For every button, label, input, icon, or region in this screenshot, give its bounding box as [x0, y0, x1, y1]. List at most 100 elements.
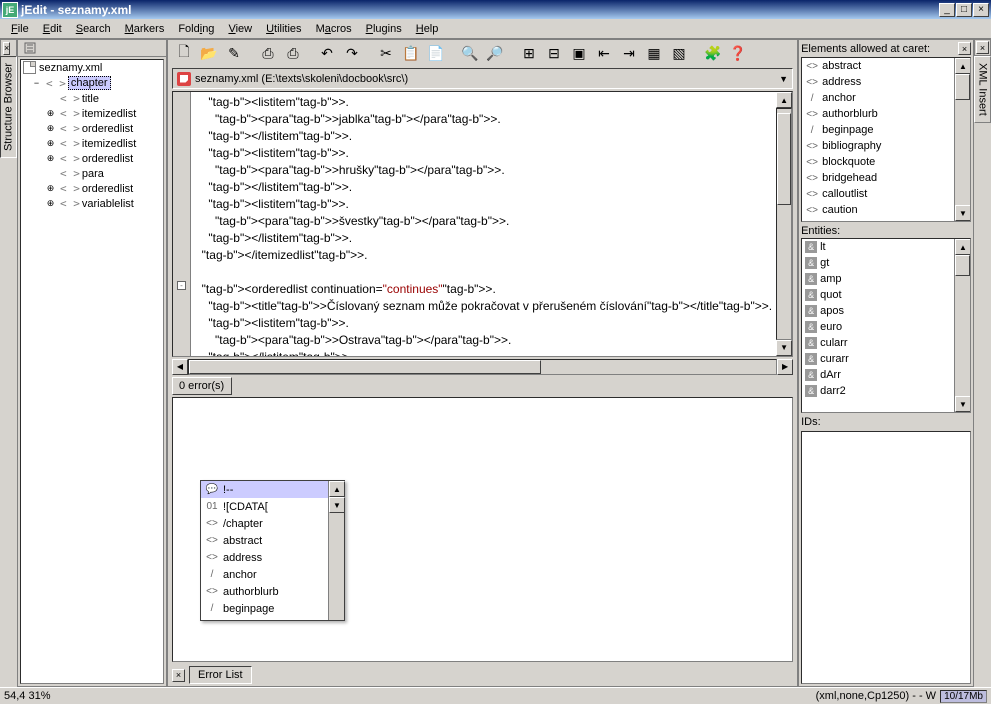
toolbar-new-icon[interactable]: 🗋: [172, 42, 196, 64]
toolbar-print1-icon[interactable]: ⎙: [256, 42, 280, 64]
entity-euro[interactable]: &euro: [802, 319, 954, 335]
code-line[interactable]: "tag-b"></listitem"tag-b">>.: [195, 128, 772, 145]
code-line[interactable]: "tag-b"><listitem"tag-b">>.: [195, 196, 772, 213]
menu-help[interactable]: Help: [409, 21, 446, 37]
menu-utilities[interactable]: Utilities: [259, 21, 308, 37]
toolbar-h-icon[interactable]: 🧩: [701, 42, 725, 64]
tree-node-variablelist[interactable]: ⊕< >variablelist: [21, 196, 163, 211]
toolbar-help-icon[interactable]: ❓: [726, 42, 750, 64]
editor[interactable]: "tag-b"><listitem"tag-b">>. "tag-b"><par…: [191, 92, 776, 356]
element-authorblurb[interactable]: <>authorblurb: [802, 106, 954, 122]
element-anchor[interactable]: /anchor: [802, 90, 954, 106]
popup-item-[interactable]: 💬!--: [201, 481, 328, 498]
tree-node-orderedlist[interactable]: ⊕< >orderedlist: [21, 181, 163, 196]
popup-item-anchor[interactable]: /anchor: [201, 566, 328, 583]
code-line[interactable]: "tag-b"><listitem"tag-b">>.: [195, 145, 772, 162]
editor-gutter[interactable]: [173, 92, 191, 356]
popup-scrollbar[interactable]: ▲ ▼: [328, 481, 344, 620]
toolbar-g-icon[interactable]: ▧: [667, 42, 691, 64]
close-button[interactable]: ×: [973, 3, 989, 17]
popup-item-abstract[interactable]: <>abstract: [201, 532, 328, 549]
code-line[interactable]: "tag-b"><para"tag-b">>hrušky"tag-b"></pa…: [195, 162, 772, 179]
code-line[interactable]: "tag-b"></itemizedlist"tag-b">>.: [195, 247, 772, 264]
elements-list[interactable]: <>abstract<>address/anchor<>authorblurb/…: [801, 57, 971, 222]
entities-list[interactable]: &lt&gt&amp&quot&apos&euro&cularr&curarr&…: [801, 238, 971, 413]
code-line[interactable]: [195, 264, 772, 281]
code-line[interactable]: "tag-b"><para"tag-b">>švestky"tag-b"></p…: [195, 213, 772, 230]
maximize-button[interactable]: □: [956, 3, 972, 17]
element-beginpage[interactable]: /beginpage: [802, 122, 954, 138]
toolbar-print2-icon[interactable]: ⎙: [281, 42, 305, 64]
xml-insert-tab[interactable]: XML Insert: [974, 56, 991, 123]
hscroll-thumb[interactable]: [189, 360, 541, 374]
code-line[interactable]: "tag-b"><para"tag-b">>Ostrava"tag-b"></p…: [195, 332, 772, 349]
structure-browser-tab[interactable]: Structure Browser: [0, 56, 17, 158]
left-dock-close[interactable]: ×: [3, 42, 10, 55]
entity-apos[interactable]: &apos: [802, 303, 954, 319]
ids-list[interactable]: [801, 431, 971, 684]
tree-node-itemizedlist[interactable]: ⊕< >itemizedlist: [21, 136, 163, 151]
element-bibliography[interactable]: <>bibliography: [802, 138, 954, 154]
tree-node-itemizedlist[interactable]: ⊕< >itemizedlist: [21, 106, 163, 121]
tree-file[interactable]: seznamy.xml: [21, 60, 163, 75]
element-blockquote[interactable]: <>blockquote: [802, 154, 954, 170]
code-line[interactable]: "tag-b"></listitem"tag-b">>.: [195, 349, 772, 357]
code-line[interactable]: "tag-b"><listitem"tag-b">>.: [195, 315, 772, 332]
tree-node-para[interactable]: < >para: [21, 166, 163, 181]
menu-file[interactable]: File: [4, 21, 36, 37]
element-calloutlist[interactable]: <>calloutlist: [802, 186, 954, 202]
popup-item-chapter[interactable]: <>/chapter: [201, 515, 328, 532]
error-list-close[interactable]: ×: [172, 669, 185, 682]
toolbar-open-icon[interactable]: 📂: [197, 42, 221, 64]
toolbar-c-icon[interactable]: ▣: [567, 42, 591, 64]
scroll-up-icon[interactable]: ▲: [776, 92, 792, 108]
entity-gt[interactable]: &gt: [802, 255, 954, 271]
vscroll-thumb[interactable]: [777, 113, 791, 205]
entity-quot[interactable]: &quot: [802, 287, 954, 303]
toolbar-replace-icon[interactable]: 🔎: [483, 42, 507, 64]
element-caution[interactable]: <>caution: [802, 202, 954, 218]
tree-refresh-icon[interactable]: [20, 40, 42, 56]
menu-edit[interactable]: Edit: [36, 21, 69, 37]
menu-search[interactable]: Search: [69, 21, 118, 37]
buffer-tab[interactable]: seznamy.xml (E:\texts\skoleni\docbook\sr…: [172, 68, 793, 89]
toolbar-copy-icon[interactable]: 📋: [399, 42, 423, 64]
toolbar-e-icon[interactable]: ⇥: [617, 42, 641, 64]
entity-curarr[interactable]: &curarr: [802, 351, 954, 367]
popup-item-authorblurb[interactable]: <>authorblurb: [201, 583, 328, 600]
toolbar-edit-icon[interactable]: ✎: [222, 42, 246, 64]
entity-lt[interactable]: &lt: [802, 239, 954, 255]
element-address[interactable]: <>address: [802, 74, 954, 90]
tree-node-chapter[interactable]: −< >chapter: [21, 75, 163, 91]
element-abstract[interactable]: <>abstract: [802, 58, 954, 74]
code-line[interactable]: "tag-b"><para"tag-b">>jablka"tag-b"></pa…: [195, 111, 772, 128]
element-bridgehead[interactable]: <>bridgehead: [802, 170, 954, 186]
tree-node-title[interactable]: < >title: [21, 91, 163, 106]
menu-macros[interactable]: Macros: [309, 21, 359, 37]
minimize-button[interactable]: _: [939, 3, 955, 17]
right-strip-close[interactable]: ×: [976, 41, 989, 54]
right-dock-close[interactable]: ×: [958, 42, 971, 55]
entity-cularr[interactable]: &cularr: [802, 335, 954, 351]
entity-darr2[interactable]: &darr2: [802, 383, 954, 399]
menu-markers[interactable]: Markers: [118, 21, 172, 37]
entity-amp[interactable]: &amp: [802, 271, 954, 287]
menu-view[interactable]: View: [221, 21, 259, 37]
toolbar-find-icon[interactable]: 🔍: [458, 42, 482, 64]
code-line[interactable]: - "tag-b"><orderedlist continuation="con…: [195, 281, 772, 298]
scroll-right-icon[interactable]: ▶: [777, 359, 793, 375]
code-line[interactable]: "tag-b"></listitem"tag-b">>.: [195, 179, 772, 196]
popup-item-address[interactable]: <>address: [201, 549, 328, 566]
code-line[interactable]: "tag-b"></listitem"tag-b">>.: [195, 230, 772, 247]
entity-dArr[interactable]: &dArr: [802, 367, 954, 383]
toolbar-d-icon[interactable]: ⇤: [592, 42, 616, 64]
toolbar-undo-icon[interactable]: ↶: [315, 42, 339, 64]
editor-vscrollbar[interactable]: ▲ ▼: [776, 92, 792, 356]
tree-node-orderedlist[interactable]: ⊕< >orderedlist: [21, 151, 163, 166]
code-line[interactable]: "tag-b"><listitem"tag-b">>.: [195, 94, 772, 111]
menu-folding[interactable]: Folding: [171, 21, 221, 37]
error-list-tab[interactable]: Error List: [189, 666, 252, 684]
tree-node-orderedlist[interactable]: ⊕< >orderedlist: [21, 121, 163, 136]
structure-tree[interactable]: seznamy.xml−< >chapter< >title⊕< >itemiz…: [20, 59, 164, 684]
entities-scrollbar[interactable]: ▲ ▼: [954, 239, 970, 412]
